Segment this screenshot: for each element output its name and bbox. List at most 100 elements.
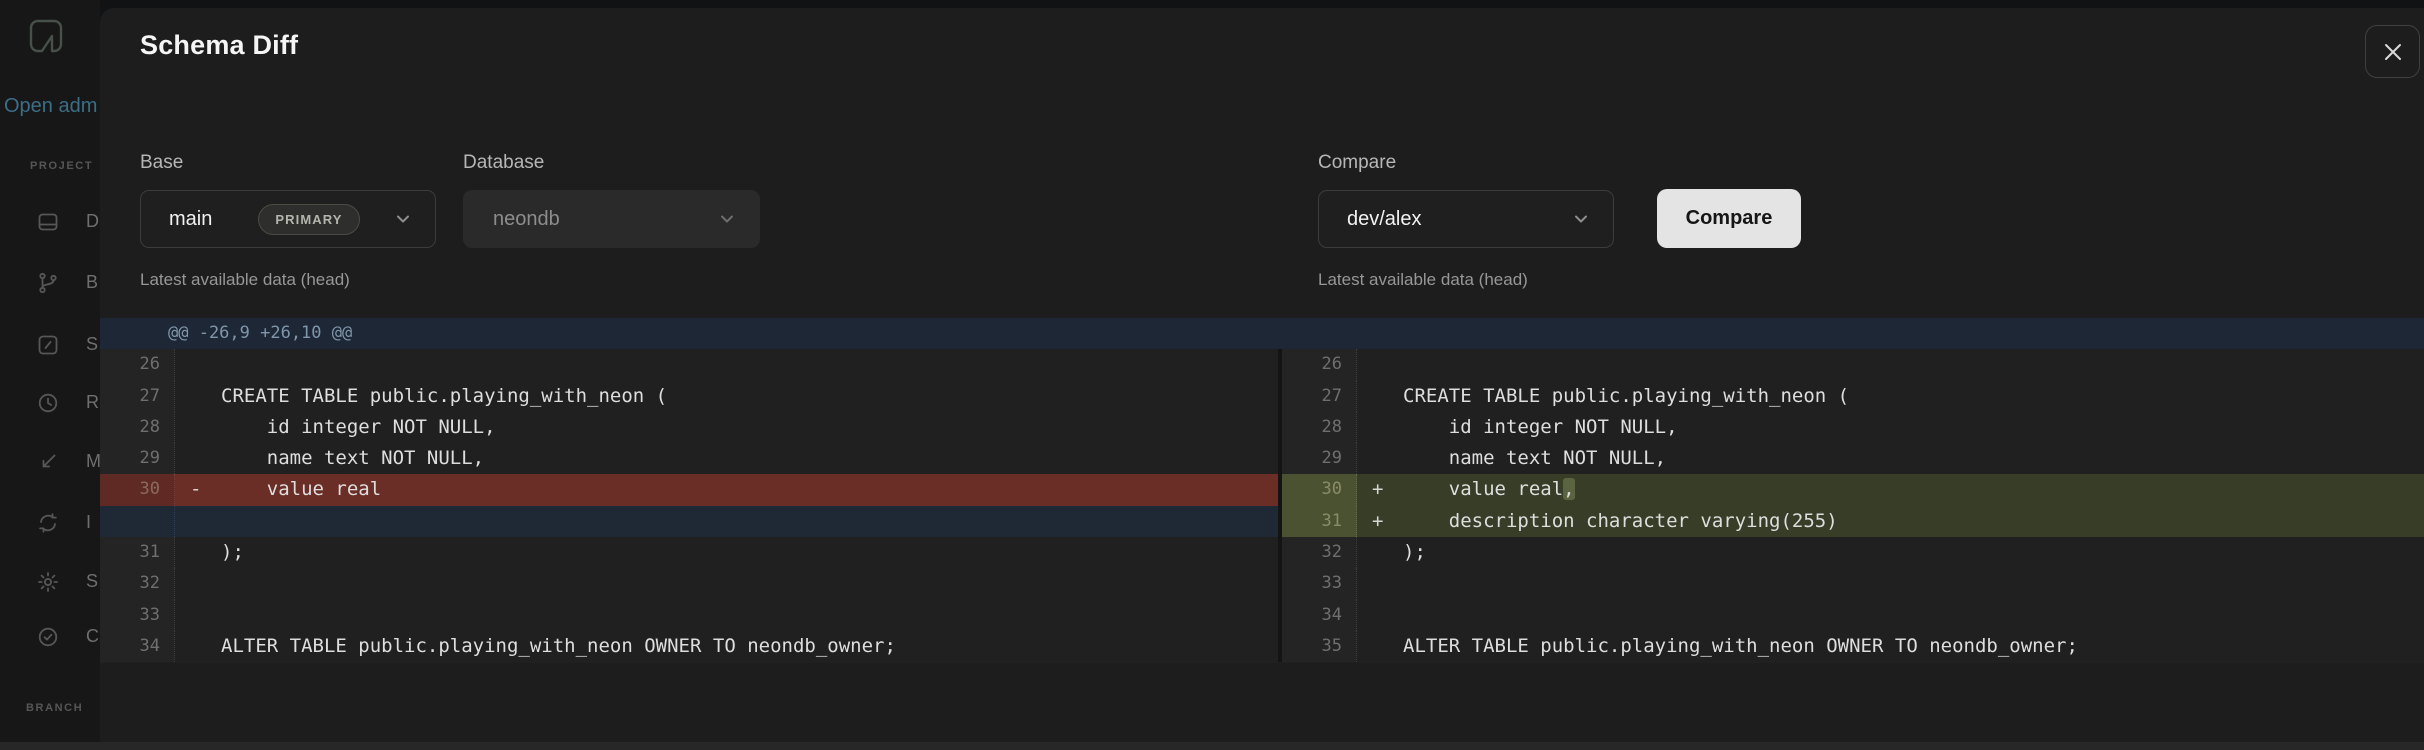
- code-text: name text NOT NULL,: [221, 447, 485, 470]
- code-text: description character varying(255): [1403, 509, 1838, 532]
- code-line: [175, 505, 1278, 538]
- code-text: id integer NOT NULL,: [1403, 415, 1678, 438]
- diff-row: 35 ALTER TABLE public.playing_with_neon O…: [1282, 630, 2424, 663]
- hunk-header: @@ -26,9 +26,10 @@: [100, 318, 2424, 350]
- diff-row: 30 + value real,: [1282, 474, 2424, 506]
- compare-branch-select[interactable]: dev/alex: [1318, 190, 1614, 248]
- sidebar-item-dashboard[interactable]: D: [0, 210, 100, 238]
- sidebar-item-label: C: [86, 626, 99, 646]
- chevron-down-icon: [393, 209, 413, 229]
- diff-row: 31 + description character varying(255): [1282, 505, 2424, 538]
- diff-row: 30- value real: [100, 474, 1278, 506]
- code-line: );: [175, 537, 1278, 568]
- line-number: 29: [1282, 443, 1357, 475]
- sidebar-item-restore[interactable]: R: [0, 391, 100, 419]
- code-line: + description character varying(255): [1357, 505, 2424, 538]
- code-text: );: [221, 541, 244, 564]
- diff-row: 27 CREATE TABLE public.playing_with_neon …: [100, 380, 1278, 412]
- sidebar-item-sql-editor[interactable]: S: [0, 333, 100, 361]
- base-label: Base: [140, 152, 184, 173]
- diff-marker: +: [1372, 478, 1384, 501]
- diff-row: 29 name text NOT NULL,: [100, 443, 1278, 475]
- code-text: id integer NOT NULL,: [221, 415, 496, 438]
- code-line: name text NOT NULL,: [175, 443, 1278, 474]
- database-value: neondb: [493, 207, 560, 230]
- base-branch-value: main: [169, 207, 213, 230]
- diff-left-pane[interactable]: 26 27 CREATE TABLE public.playing_with_neo…: [100, 349, 1278, 663]
- code-text: value real: [221, 478, 382, 501]
- sidebar-item-label: S: [86, 571, 99, 591]
- line-number: 33: [1282, 568, 1357, 600]
- sidebar-item-monitoring[interactable]: M: [0, 450, 100, 478]
- modal-title: Schema Diff: [140, 30, 299, 60]
- branch-section-label: BRANCH: [26, 702, 84, 714]
- code-line: id integer NOT NULL,: [1357, 412, 2424, 443]
- compare-hint: Latest available data (head): [1318, 270, 1528, 289]
- check-circle-icon: [38, 627, 58, 647]
- open-admin-link[interactable]: Open adm: [4, 95, 100, 118]
- neon-logo-icon[interactable]: [22, 12, 70, 60]
- sidebar-item-check-circle[interactable]: C: [0, 625, 100, 653]
- code-line: id integer NOT NULL,: [175, 412, 1278, 443]
- line-number: [100, 505, 175, 538]
- code-line: - value real: [175, 474, 1278, 506]
- sidebar-item-branch[interactable]: B: [0, 271, 100, 299]
- code-line: ALTER TABLE public.playing_with_neon OWN…: [175, 631, 1278, 662]
- diff-row: [100, 505, 1278, 538]
- diff-row: 32: [100, 568, 1278, 600]
- line-number: 33: [100, 599, 175, 631]
- base-hint: Latest available data (head): [140, 270, 350, 289]
- code-line: ALTER TABLE public.playing_with_neon OWN…: [1357, 631, 2424, 662]
- code-text: );: [1403, 541, 1426, 564]
- code-line: + value real,: [1357, 474, 2424, 506]
- line-number: 32: [100, 568, 175, 600]
- sidebar-item-label: B: [86, 272, 99, 292]
- diff-right-pane[interactable]: 26 27 CREATE TABLE public.playing_with_neo…: [1282, 349, 2424, 663]
- code-text: value real: [1403, 478, 1564, 501]
- code-line: );: [1357, 537, 2424, 568]
- line-number: 26: [1282, 349, 1357, 381]
- compare-label: Compare: [1318, 152, 1397, 173]
- sidebar-item-settings[interactable]: S: [0, 570, 100, 598]
- diff-row: 32);: [1282, 537, 2424, 569]
- branch-icon: [39, 272, 57, 294]
- diff-row: 26: [1282, 349, 2424, 381]
- word-diff-highlight: ,: [1563, 478, 1575, 501]
- sql-editor-icon: [38, 335, 58, 355]
- diff-row: 34 ALTER TABLE public.playing_with_neon O…: [100, 630, 1278, 663]
- database-label: Database: [463, 152, 545, 173]
- base-branch-select[interactable]: main PRIMARY: [140, 190, 436, 248]
- line-number: 34: [1282, 599, 1357, 631]
- diff-marker: +: [1372, 509, 1384, 532]
- diff-row: 26: [100, 349, 1278, 381]
- line-number: 26: [100, 349, 175, 381]
- code-text: ALTER TABLE public.playing_with_neon OWN…: [221, 634, 896, 657]
- database-select[interactable]: neondb: [463, 190, 760, 248]
- compare-button[interactable]: Compare: [1657, 189, 1801, 248]
- diff-row: 29 name text NOT NULL,: [1282, 443, 2424, 475]
- sidebar-item-integrations[interactable]: I: [0, 511, 100, 539]
- line-number: 31: [1282, 505, 1357, 538]
- close-button[interactable]: [2365, 25, 2420, 78]
- sidebar: Open adm PROJECT D B S R M I S C BRANCH: [0, 0, 100, 750]
- line-number: 30: [1282, 474, 1357, 506]
- schema-diff-viewer: @@ -26,9 +26,10 @@ 26 27 CREATE TABLE publ…: [100, 318, 2424, 663]
- primary-badge: PRIMARY: [258, 203, 360, 235]
- diff-row: 28 id integer NOT NULL,: [1282, 411, 2424, 444]
- line-number: 28: [100, 411, 175, 444]
- line-number: 30: [100, 474, 175, 506]
- code-line: CREATE TABLE public.playing_with_neon (: [1357, 381, 2424, 412]
- code-line: CREATE TABLE public.playing_with_neon (: [175, 381, 1278, 412]
- monitoring-icon: [42, 454, 56, 468]
- diff-row: 28 id integer NOT NULL,: [100, 411, 1278, 444]
- chevron-down-icon: [717, 209, 737, 229]
- code-text: CREATE TABLE public.playing_with_neon (: [1403, 384, 1850, 407]
- code-text: ALTER TABLE public.playing_with_neon OWN…: [1403, 634, 2078, 657]
- chevron-down-icon: [1571, 209, 1591, 229]
